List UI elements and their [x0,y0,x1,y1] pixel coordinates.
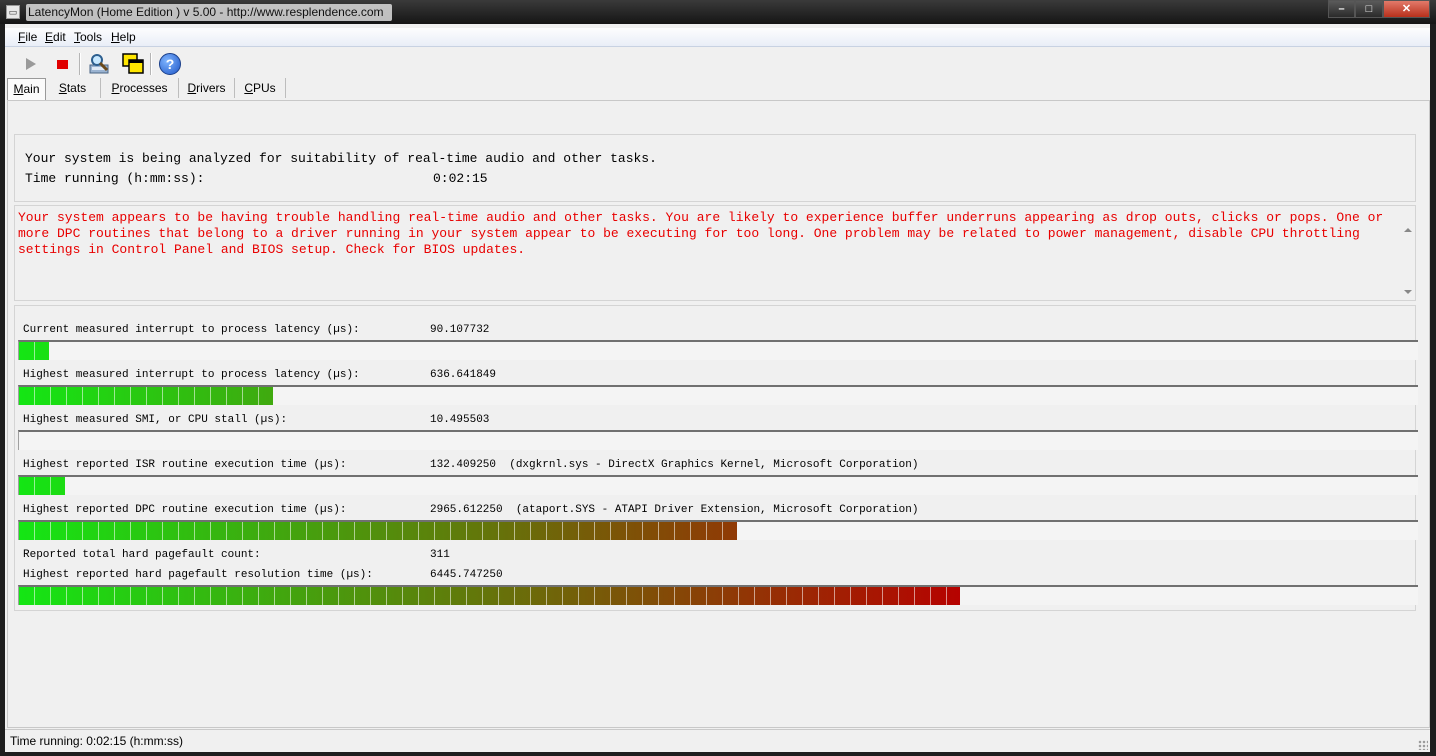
toolbar-separator [150,53,152,75]
status-bar-text: Time running: 0:02:15 (h:mm:ss) [10,734,183,748]
metrics-panel: Current measured interrupt to process la… [14,305,1418,611]
tab-strip: Main Stats Processes Drivers CPUs [7,78,307,100]
app-icon: ▭ [6,5,20,19]
stop-icon [56,59,68,69]
meter-fill [19,587,960,605]
latency-meter [18,585,1418,605]
window-title: LatencyMon (Home Edition ) v 5.00 - http… [26,4,392,21]
meter-fill [19,477,65,495]
analysis-status-text: Your system is being analyzed for suitab… [25,151,657,166]
meter-fill [19,342,49,360]
copy-window-button[interactable] [121,52,145,76]
metric-value: 6445.747250 [430,569,503,581]
metric-label: Highest reported DPC routine execution t… [23,504,347,516]
meter-fill [19,387,273,405]
scroll-up-icon[interactable] [1404,228,1412,232]
latency-meter [18,340,1418,360]
metric-value: 10.495503 [430,414,490,426]
copy-window-icon [122,53,144,74]
analysis-status-panel: Your system is being analyzed for suitab… [14,134,1416,202]
latency-meter [18,475,1418,495]
metric-value: 132.409250 (dxgkrnl.sys - DirectX Graphi… [430,459,919,471]
minimize-button[interactable]: – [1328,0,1355,18]
help-icon: ? [159,53,181,75]
title-bar[interactable]: ▭ LatencyMon (Home Edition ) v 5.00 - ht… [0,0,1436,24]
metric-value: 90.107732 [430,324,490,336]
time-running-label: Time running (h:mm:ss): [25,171,205,186]
stop-button[interactable] [50,52,74,76]
latency-meter [18,520,1418,540]
tab-drivers[interactable]: Drivers [179,78,235,98]
menu-bar: File Edit Tools Help [5,28,1430,47]
play-icon [26,58,36,70]
toolbar: ? [5,48,1430,78]
metric-label: Highest measured interrupt to process la… [23,369,360,381]
scroll-down-icon[interactable] [1404,290,1412,294]
tab-processes[interactable]: Processes [101,78,179,98]
toolbar-separator [79,53,81,75]
metric-value: 636.641849 [430,369,497,381]
meter-fill [19,522,737,540]
latency-meter [18,385,1418,405]
tab-stats[interactable]: Stats [45,78,101,98]
time-running-value: 0:02:15 [433,171,488,186]
tab-cpus[interactable]: CPUs [235,78,286,98]
conclusion-text: Your system appears to be having trouble… [18,210,1384,257]
conclusion-panel: Your system appears to be having trouble… [14,205,1416,301]
conclusion-scrollbar[interactable] [1401,206,1415,300]
metric-label: Highest measured SMI, or CPU stall (µs): [23,414,288,426]
main-tab-content: Your system is being analyzed for suitab… [7,100,1430,728]
analyze-button[interactable] [87,52,111,76]
close-button[interactable]: ✕ [1383,0,1430,18]
status-bar: Time running: 0:02:15 (h:mm:ss) [5,729,1430,752]
menu-help[interactable]: Help [111,30,136,44]
menu-file[interactable]: File [18,30,37,44]
metric-label: Current measured interrupt to process la… [23,324,360,336]
menu-tools[interactable]: Tools [74,30,102,44]
metric-label: Highest reported hard pagefault resoluti… [23,569,373,581]
metric-label: Highest reported ISR routine execution t… [23,459,347,471]
metric-label: Reported total hard pagefault count: [23,549,261,561]
resize-grip-icon[interactable] [1418,740,1428,750]
app-window: File Edit Tools Help ? Main Stats Proces… [5,24,1430,752]
start-button[interactable] [19,52,43,76]
metric-value: 311 [430,549,450,561]
menu-edit[interactable]: Edit [45,30,66,44]
metric-value: 2965.612250 (ataport.SYS - ATAPI Driver … [430,504,919,516]
analyze-icon [89,54,109,74]
latency-meter [18,430,1418,450]
help-button[interactable]: ? [158,52,182,76]
tab-main[interactable]: Main [7,78,46,100]
maximize-button[interactable]: □ [1355,0,1383,18]
